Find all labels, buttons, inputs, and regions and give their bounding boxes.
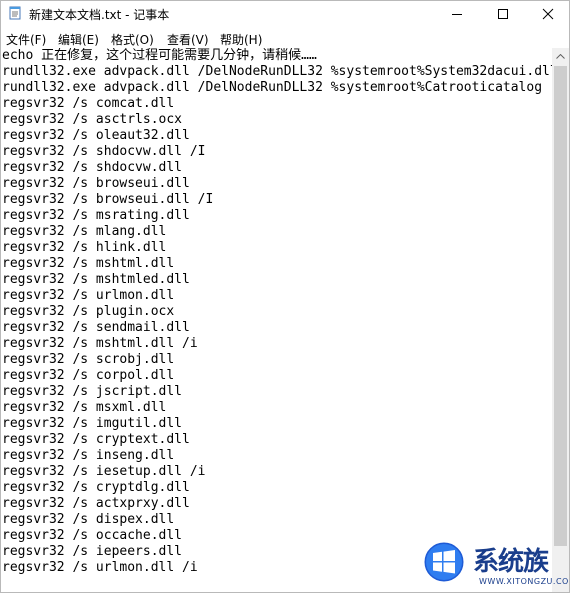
editor-line: rundll32.exe advpack.dll /DelNodeRunDLL3… [2,64,552,79]
editor-line: regsvr32 /s browseui.dll /I [2,192,214,207]
editor-line: regsvr32 /s cryptdlg.dll [2,480,190,495]
menu-bar: 文件(F) 编辑(E) 格式(O) 查看(V) 帮助(H) [1,28,569,48]
editor-content[interactable]: echo 正在修复，这个过程可能需要几分钟，请稍候…… rundll32.exe … [1,48,552,576]
editor-line: regsvr32 /s shdocvw.dll [2,160,183,175]
windows-logo-icon [421,539,467,585]
editor-line: regsvr32 /s scrobj.dll [2,352,175,367]
editor-line: regsvr32 /s actxprxy.dll [2,496,190,511]
editor-line: regsvr32 /s sendmail.dll [2,320,190,335]
editor-line: regsvr32 /s shdocvw.dll /I [2,144,206,159]
editor-line: regsvr32 /s corpol.dll [2,368,175,383]
editor-line: regsvr32 /s msxml.dll [2,400,167,415]
scroll-up-button[interactable] [552,48,569,65]
notepad-window: 新建文本文档.txt - 记事本 文件(F) 编辑(E) 格式(O) 查看(V)… [0,0,570,593]
vertical-scrollbar[interactable] [552,48,569,592]
editor-line: regsvr32 /s dispex.dll [2,512,175,527]
menu-edit[interactable]: 编辑(E) [58,31,99,48]
editor-line: regsvr32 /s mshtml.dll [2,256,175,271]
editor-line: regsvr32 /s jscript.dll [2,384,183,399]
chevron-up-icon [556,54,565,59]
watermark-title: 系统族 [473,547,549,577]
editor-line: regsvr32 /s iesetup.dll /i [2,464,206,479]
editor-line: regsvr32 /s urlmon.dll [2,288,175,303]
editor-line: regsvr32 /s msrating.dll [2,208,190,223]
scrollbar-thumb[interactable] [554,66,567,546]
editor-line: regsvr32 /s hlink.dll [2,240,167,255]
minimize-icon [452,14,462,15]
editor-line: regsvr32 /s mlang.dll [2,224,167,239]
notepad-icon[interactable] [8,6,22,20]
editor-line: regsvr32 /s plugin.ocx [2,304,175,319]
editor-line: rundll32.exe advpack.dll /DelNodeRunDLL3… [2,80,543,95]
close-button[interactable] [525,1,569,27]
text-editor[interactable]: echo 正在修复，这个过程可能需要几分钟，请稍候…… rundll32.exe … [1,48,552,592]
minimize-button[interactable] [434,1,480,27]
maximize-icon [498,9,508,19]
watermark: 系统族 WWW.XITONGZU.COM [421,539,570,592]
menu-help[interactable]: 帮助(H) [220,31,262,48]
menu-view[interactable]: 查看(V) [167,31,209,48]
editor-line: regsvr32 /s imgutil.dll [2,416,183,431]
editor-line: regsvr32 /s cryptext.dll [2,432,190,447]
editor-line: regsvr32 /s oleaut32.dll [2,128,190,143]
maximize-button[interactable] [480,1,526,27]
close-icon [542,8,554,20]
editor-line: regsvr32 /s browseui.dll [2,176,190,191]
editor-line: regsvr32 /s mshtmled.dll [2,272,190,287]
editor-line: echo 正在修复，这个过程可能需要几分钟，请稍候…… [2,48,317,63]
title-bar[interactable]: 新建文本文档.txt - 记事本 [1,1,569,27]
editor-line: regsvr32 /s mshtml.dll /i [2,336,198,351]
window-title: 新建文本文档.txt - 记事本 [29,8,170,22]
editor-line: regsvr32 /s asctrls.ocx [2,112,183,127]
menu-file[interactable]: 文件(F) [6,31,46,48]
menu-format[interactable]: 格式(O) [111,31,154,48]
editor-line: regsvr32 /s inseng.dll [2,448,175,463]
editor-line: regsvr32 /s comcat.dll [2,96,175,111]
watermark-url: WWW.XITONGZU.COM [479,577,570,586]
